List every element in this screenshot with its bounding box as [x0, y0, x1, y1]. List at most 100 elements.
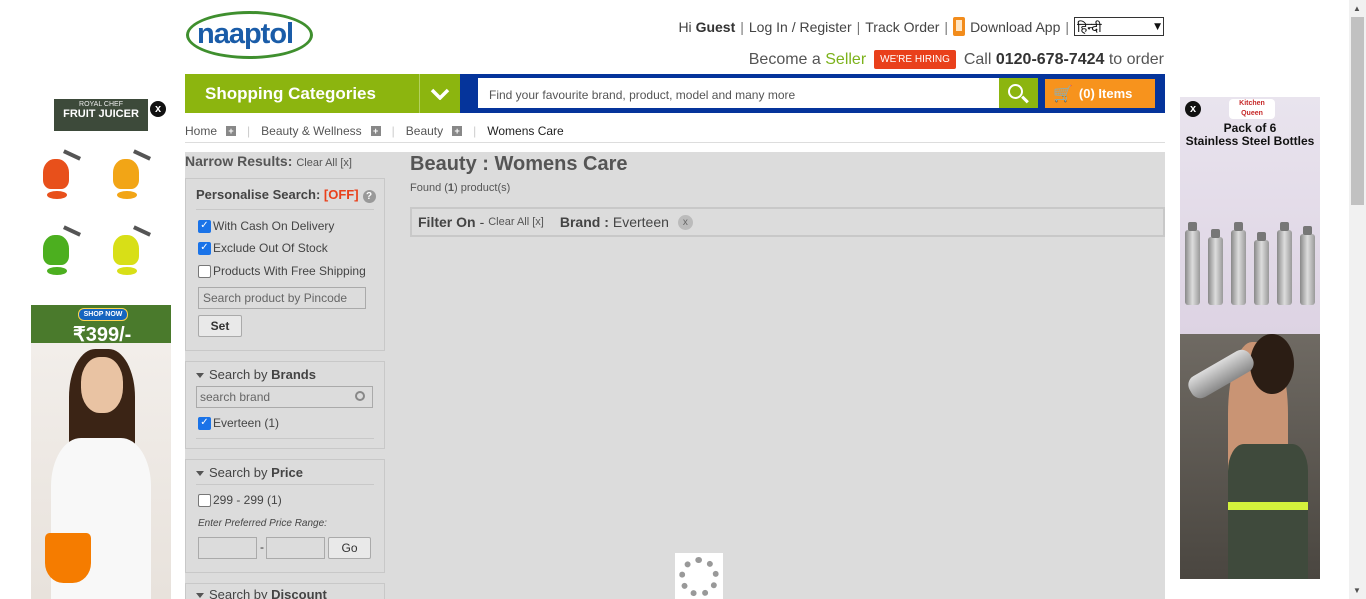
go-button[interactable]: Go [328, 537, 371, 559]
cod-checkbox-row[interactable]: ✓ With Cash On Delivery [198, 219, 334, 233]
call-to-order: Call 0120-678-7424 to order [963, 50, 1164, 68]
shop-now-button[interactable]: SHOP NOW [78, 308, 128, 321]
bottle-image [1185, 222, 1200, 305]
scroll-down-icon[interactable]: ▼ [1353, 586, 1361, 595]
breadcrumb-current: Womens Care [487, 124, 564, 138]
site-logo[interactable]: naaptol [186, 11, 313, 59]
search-input[interactable]: Find your favourite brand, product, mode… [478, 78, 999, 108]
bottle-image [1208, 229, 1223, 305]
chevron-down-icon[interactable] [419, 74, 460, 113]
left-ad-banner[interactable]: ROYAL CHEF FRUIT JUICER SHOP NOW ₹399/- [31, 97, 171, 599]
bottle-image [1231, 222, 1246, 305]
personalise-panel: Personalise Search: [OFF]? ✓ With Cash On… [185, 178, 385, 351]
ad-brand-small: ROYAL CHEF [79, 101, 123, 108]
results-count: Found (1) product(s) [410, 182, 511, 194]
content-loading-overlay: Narrow Results: Clear All [x] Personalise… [185, 152, 1165, 599]
track-order-link[interactable]: Track Order [865, 19, 939, 35]
help-icon[interactable]: ? [362, 190, 376, 203]
filter-brand-label: Brand : [559, 214, 609, 230]
juicer-image [33, 225, 83, 285]
collapse-icon [196, 373, 204, 379]
checkbox[interactable]: ✓ [198, 241, 211, 255]
discount-panel: Search by Discount [185, 583, 385, 599]
cart-count: (0) Items [1078, 86, 1133, 101]
checkbox[interactable] [198, 493, 211, 507]
ad-headline: Pack of 6 [1223, 121, 1277, 135]
expand-icon[interactable]: + [370, 126, 381, 136]
ad-brand-badge: ROYAL CHEF FRUIT JUICER [54, 99, 148, 131]
brands-panel: Search by Brands search brand ✓ Everteen … [185, 361, 385, 449]
active-filters-bar: Filter On - Clear All [x] Brand : Everte… [410, 207, 1165, 237]
bottles-banner: Kitchen Queen Pack of 6 Stainless Steel … [1180, 97, 1320, 334]
filter-clear-all-link[interactable]: Clear All [x] [488, 216, 544, 228]
filter-brand-value: Everteen [612, 214, 669, 230]
narrow-results-heading: Narrow Results: Clear All [x] [185, 153, 352, 169]
price-heading[interactable]: Search by Price [196, 465, 303, 480]
scroll-up-icon[interactable]: ▲ [1353, 4, 1361, 13]
search-icon [355, 391, 365, 401]
ad-price-strip: SHOP NOW ₹399/- [31, 305, 171, 346]
juicer-image [103, 149, 153, 209]
remove-filter-icon[interactable]: x [677, 214, 693, 230]
ad-model-image [31, 343, 171, 599]
ad-subheadline: Stainless Steel Bottles [1185, 134, 1315, 148]
scroll-thumb[interactable] [1351, 17, 1364, 205]
checkbox[interactable] [198, 264, 211, 278]
expand-icon[interactable]: + [452, 126, 463, 136]
juicer-image [103, 225, 153, 285]
breadcrumb-home[interactable]: Home [185, 124, 217, 138]
logo-text: naaptol [197, 18, 294, 50]
collapse-icon [196, 471, 204, 477]
loading-spinner-icon [675, 553, 723, 599]
brands-heading[interactable]: Search by Brands [196, 367, 316, 382]
collapse-icon [196, 593, 204, 599]
ad-brand-title: FRUIT JUICER [63, 108, 139, 120]
filter-on-label: Filter On [418, 214, 476, 230]
bottle-image [1300, 226, 1315, 305]
brand-checkbox-row[interactable]: ✓ Everteen (1) [198, 416, 279, 430]
checkbox[interactable]: ✓ [198, 219, 211, 233]
checkbox[interactable]: ✓ [198, 416, 211, 430]
bottle-image [1277, 222, 1292, 305]
top-links: Hi Guest | Log In / Register | Track Ord… [678, 17, 1164, 36]
shopping-categories-menu[interactable]: Shopping Categories [185, 74, 460, 113]
free-shipping-checkbox-row[interactable]: Products With Free Shipping [198, 264, 366, 278]
login-link[interactable]: Log In / Register [749, 19, 852, 35]
hiring-badge[interactable]: WE'RE HIRING [874, 50, 956, 69]
cart-button[interactable]: 🛒 (0) Items [1045, 79, 1155, 108]
exclude-oos-checkbox-row[interactable]: ✓ Exclude Out Of Stock [198, 241, 328, 255]
brand-search-input[interactable]: search brand [196, 386, 373, 408]
language-select[interactable]: हिन्दी ▼ [1074, 17, 1164, 36]
price-panel: Search by Price 299 - 299 (1) Enter Pref… [185, 459, 385, 573]
breadcrumb-beauty-wellness[interactable]: Beauty & Wellness [261, 124, 362, 138]
phone-icon [953, 17, 966, 36]
clear-all-link[interactable]: Clear All [x] [296, 157, 352, 169]
breadcrumb: Home + | Beauty & Wellness + | Beauty + | W… [185, 120, 1165, 143]
expand-icon[interactable]: + [226, 126, 237, 136]
juicer-image [33, 149, 83, 209]
become-seller-link[interactable]: Become a Seller [749, 51, 866, 69]
discount-heading[interactable]: Search by Discount [196, 587, 327, 599]
close-icon[interactable]: x [150, 101, 166, 117]
max-price-input[interactable] [266, 537, 325, 559]
personalise-toggle[interactable]: [OFF] [324, 187, 359, 202]
page-scrollbar[interactable]: ▲ ▼ [1349, 0, 1366, 599]
min-price-input[interactable] [198, 537, 257, 559]
personalise-heading: Personalise Search: [OFF]? [196, 187, 376, 203]
pincode-input[interactable]: Search product by Pincode [198, 287, 366, 309]
greeting: Hi Guest [678, 18, 736, 35]
cart-icon: 🛒 [1053, 85, 1073, 103]
categories-label: Shopping Categories [205, 84, 376, 103]
breadcrumb-beauty[interactable]: Beauty [406, 124, 443, 138]
price-range-hint: Enter Preferred Price Range: [198, 518, 327, 529]
download-app-link[interactable]: Download App [970, 19, 1060, 35]
ad-model-image [1180, 334, 1320, 579]
chevron-down-icon: ▼ [1154, 21, 1161, 32]
close-icon[interactable]: x [1185, 101, 1201, 117]
search-button[interactable] [999, 78, 1038, 108]
main-nav-bar: Shopping Categories Find your favourite … [185, 74, 1165, 113]
price-checkbox-row[interactable]: 299 - 299 (1) [198, 493, 282, 507]
right-ad-banner[interactable]: Kitchen Queen Pack of 6 Stainless Steel … [1180, 97, 1320, 579]
set-button[interactable]: Set [198, 315, 242, 337]
ad-brand-logo: Kitchen Queen [1229, 99, 1275, 119]
